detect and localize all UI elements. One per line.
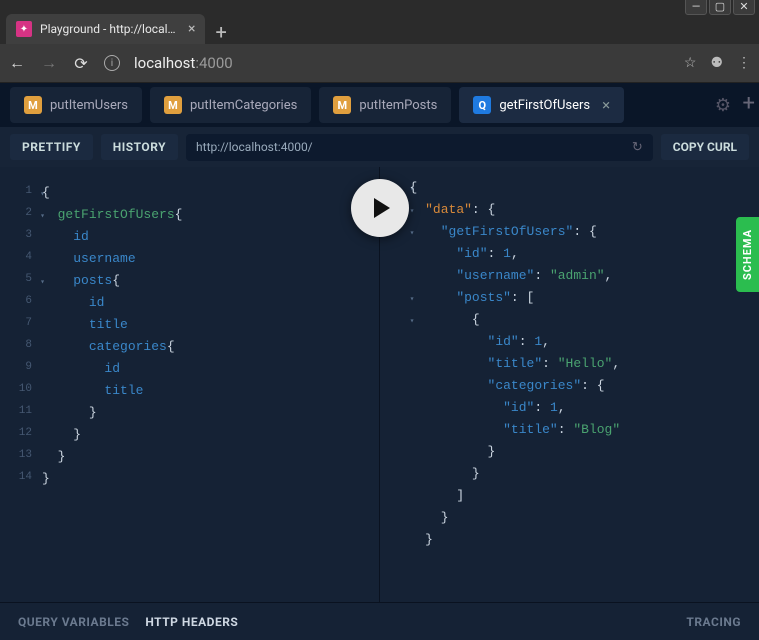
- result-json: { "data": { "getFirstOfUsers": { "id": 1…: [410, 167, 759, 602]
- mutation-badge-icon: M: [333, 96, 351, 114]
- query-variables-tab[interactable]: QUERY VARIABLES: [18, 615, 129, 629]
- browser-tab-strip: ✦ Playground - http://localhost:40… × +: [0, 11, 759, 44]
- mutation-badge-icon: M: [24, 96, 42, 114]
- tab-label: getFirstOfUsers: [499, 98, 590, 113]
- back-button[interactable]: ←: [8, 53, 26, 73]
- reload-button[interactable]: ⟳: [72, 54, 90, 73]
- query-badge-icon: Q: [473, 96, 491, 114]
- reload-endpoint-icon[interactable]: ↻: [632, 140, 643, 155]
- window-close-button[interactable]: ✕: [733, 0, 755, 15]
- copy-curl-button[interactable]: COPY CURL: [661, 134, 749, 160]
- close-icon[interactable]: ×: [602, 96, 610, 114]
- menu-icon[interactable]: ⋮: [737, 55, 751, 71]
- tracing-tab[interactable]: TRACING: [686, 615, 741, 629]
- query-source: { getFirstOfUsers{ id username posts{ id…: [42, 167, 379, 602]
- endpoint-value: http://localhost:4000/: [196, 140, 313, 154]
- site-info-icon[interactable]: i: [104, 55, 120, 71]
- playground-footer: QUERY VARIABLES HTTP HEADERS TRACING: [0, 602, 759, 640]
- playground-app: M putItemUsers M putItemCategories M put…: [0, 83, 759, 640]
- mutation-badge-icon: M: [164, 96, 182, 114]
- tab-label: putItemCategories: [190, 98, 297, 113]
- forward-button[interactable]: →: [40, 53, 58, 73]
- browser-tab-title: Playground - http://localhost:40…: [40, 22, 180, 36]
- window-maximize-button[interactable]: ▢: [709, 0, 731, 15]
- tab-label: putItemPosts: [359, 98, 437, 113]
- tab-label: putItemUsers: [50, 98, 128, 113]
- tab-putitemcategories[interactable]: M putItemCategories: [150, 87, 311, 123]
- prettify-button[interactable]: PRETTIFY: [10, 134, 93, 160]
- url-field[interactable]: localhost:4000: [134, 54, 670, 72]
- endpoint-input[interactable]: http://localhost:4000/ ↻: [186, 134, 653, 161]
- close-icon[interactable]: ×: [188, 21, 195, 37]
- playground-toolbar: PRETTIFY HISTORY http://localhost:4000/ …: [0, 127, 759, 167]
- result-pane: ▾ ▾ ▾ ▾ ▾ { "data": { "getFirstOfUsers":…: [380, 167, 759, 602]
- favicon-icon: ✦: [16, 21, 32, 37]
- history-button[interactable]: HISTORY: [101, 134, 178, 160]
- address-bar: ← → ⟳ i localhost:4000 ☆ ⚉ ⋮: [0, 44, 759, 83]
- run-query-button[interactable]: [351, 179, 409, 237]
- tab-putitemusers[interactable]: M putItemUsers: [10, 87, 142, 123]
- new-tab-button[interactable]: +: [205, 20, 236, 44]
- url-port: :4000: [195, 54, 232, 72]
- line-gutter: 1▾ 2▾ 3 4 5▾ 6 7 8 9 10 11 12 13 14: [0, 167, 36, 602]
- gear-icon[interactable]: ⚙: [715, 95, 731, 116]
- http-headers-tab[interactable]: HTTP HEADERS: [145, 615, 238, 629]
- add-tab-button[interactable]: +: [743, 91, 755, 116]
- tab-putitemposts[interactable]: M putItemPosts: [319, 87, 451, 123]
- incognito-icon[interactable]: ⚉: [710, 55, 723, 71]
- query-editor[interactable]: 1▾ 2▾ 3 4 5▾ 6 7 8 9 10 11 12 13 14 { ge…: [0, 167, 380, 602]
- browser-tab[interactable]: ✦ Playground - http://localhost:40… ×: [6, 14, 205, 44]
- schema-tab-button[interactable]: SCHEMA: [736, 217, 759, 292]
- window-minimize-button[interactable]: —: [685, 0, 707, 15]
- playground-tabs: M putItemUsers M putItemCategories M put…: [0, 83, 759, 127]
- tab-getfirstofusers[interactable]: Q getFirstOfUsers ×: [459, 87, 624, 123]
- star-icon[interactable]: ☆: [684, 55, 697, 71]
- url-host: localhost: [134, 54, 195, 72]
